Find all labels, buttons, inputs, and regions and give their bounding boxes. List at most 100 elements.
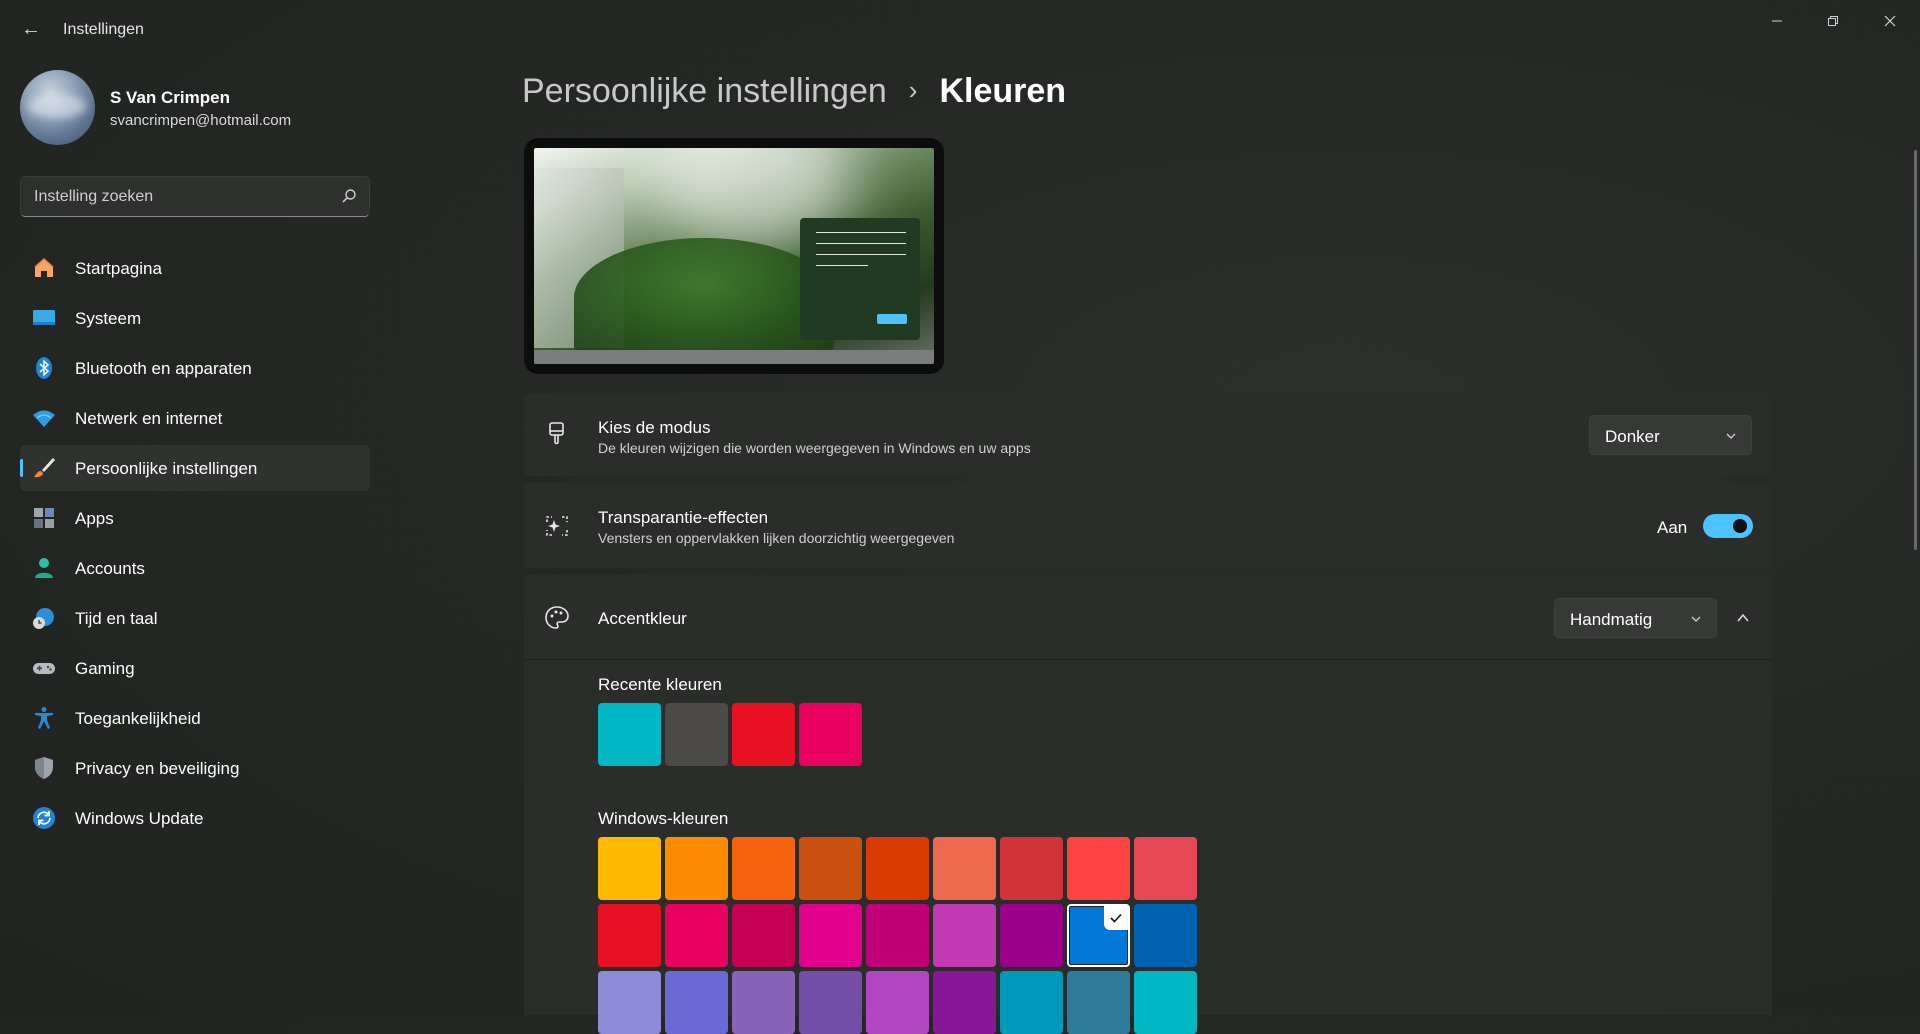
sidebar-item-label: Startpagina <box>75 259 162 278</box>
windows-color-swatch[interactable] <box>665 837 728 900</box>
profile-email: svancrimpen@hotmail.com <box>110 112 292 129</box>
windows-color-swatch[interactable] <box>1134 904 1197 967</box>
gamepad-icon <box>33 663 55 674</box>
mode-dropdown-value: Donker <box>1605 427 1660 446</box>
preview-taskbar <box>534 350 934 364</box>
mode-dropdown[interactable]: Donker <box>1589 415 1752 455</box>
windows-color-swatch[interactable] <box>732 837 795 900</box>
transparency-card: Transparantie-effecten Vensters en opper… <box>524 483 1772 568</box>
windows-color-swatch[interactable] <box>1000 837 1063 900</box>
windows-color-swatch[interactable] <box>1134 837 1197 900</box>
windows-color-swatch[interactable] <box>1067 971 1130 1034</box>
windows-color-swatch[interactable] <box>933 971 996 1034</box>
minimize-icon <box>1772 20 1782 22</box>
close-icon <box>1884 15 1896 27</box>
windows-color-swatch[interactable] <box>799 904 862 967</box>
recent-color-swatch[interactable] <box>799 703 862 766</box>
sidebar-item-startpagina[interactable]: Startpagina <box>20 245 370 291</box>
windows-color-swatch[interactable] <box>1134 971 1197 1034</box>
bluetooth-icon <box>36 357 52 379</box>
page-title: Kleuren <box>939 72 1067 110</box>
windows-color-swatch[interactable] <box>598 904 661 967</box>
sidebar-item-label: Systeem <box>75 309 142 328</box>
sidebar-item-privacy[interactable]: Privacy en beveiliging <box>20 745 370 791</box>
recent-color-swatch[interactable] <box>732 703 795 766</box>
windows-color-swatch[interactable] <box>866 971 929 1034</box>
windows-color-swatch[interactable] <box>598 971 661 1034</box>
sidebar-item-label: Privacy en beveiliging <box>75 759 240 778</box>
windows-color-swatch[interactable] <box>1000 971 1063 1034</box>
windows-color-swatch[interactable] <box>866 837 929 900</box>
monitor-icon <box>33 310 55 325</box>
chevron-down-icon <box>1691 616 1701 622</box>
chevron-down-icon <box>1726 433 1736 439</box>
windows-color-swatch[interactable] <box>799 837 862 900</box>
app-title: Instellingen <box>63 21 144 38</box>
mode-card: Kies de modus De kleuren wijzigen die wo… <box>524 393 1772 476</box>
sidebar-item-tijd-en-taal[interactable]: Tijd en taal <box>20 595 370 641</box>
scrollbar[interactable] <box>1914 150 1917 550</box>
search-input[interactable]: Instelling zoeken <box>20 176 370 217</box>
profile-card[interactable]: S Van Crimpen svancrimpen@hotmail.com <box>20 70 360 146</box>
preview-wallpaper <box>534 148 934 364</box>
windows-color-swatch[interactable] <box>665 971 728 1034</box>
breadcrumb-separator: › <box>908 75 918 105</box>
windows-color-swatch[interactable] <box>665 904 728 967</box>
paintbrush-icon <box>549 422 564 445</box>
preview-window <box>800 218 920 340</box>
sidebar-item-gaming[interactable]: Gaming <box>20 645 370 691</box>
transparency-sparkle-icon <box>546 516 568 536</box>
apps-icon <box>34 508 54 528</box>
search-placeholder: Instelling zoeken <box>34 188 154 205</box>
sidebar-item-label: Gaming <box>75 659 135 678</box>
windows-color-swatch[interactable] <box>933 904 996 967</box>
sidebar-item-windows-update[interactable]: Windows Update <box>20 795 370 841</box>
sidebar-item-apps[interactable]: Apps <box>20 495 370 541</box>
sidebar-item-netwerk[interactable]: Netwerk en internet <box>20 395 370 441</box>
sidebar-item-label: Accounts <box>75 559 145 578</box>
sidebar-item-bluetooth[interactable]: Bluetooth en apparaten <box>20 345 370 391</box>
windows-colors-row <box>598 971 1197 1034</box>
restore-button[interactable] <box>1810 6 1856 36</box>
windows-color-swatch[interactable] <box>732 904 795 967</box>
theme-preview <box>524 138 944 374</box>
minimize-button[interactable] <box>1754 6 1800 36</box>
transparency-state-label: Aan <box>1657 518 1688 537</box>
windows-color-swatch[interactable] <box>1000 904 1063 967</box>
sidebar-item-systeem[interactable]: Systeem <box>20 295 370 341</box>
sidebar-item-persoonlijke-instellingen[interactable]: Persoonlijke instellingen <box>20 445 370 491</box>
windows-color-swatch[interactable] <box>866 904 929 967</box>
sidebar-item-toegankelijkheid[interactable]: Toegankelijkheid <box>20 695 370 741</box>
back-arrow-icon[interactable]: ← <box>18 16 44 42</box>
brush-icon <box>34 458 55 478</box>
windows-color-swatch[interactable] <box>1067 837 1130 900</box>
sidebar-item-label: Bluetooth en apparaten <box>75 359 252 378</box>
sidebar-item-accounts[interactable]: Accounts <box>20 545 370 591</box>
wifi-icon <box>33 410 55 427</box>
windows-color-swatch[interactable] <box>1067 904 1130 967</box>
windows-color-swatch[interactable] <box>933 837 996 900</box>
preview-accent-button <box>877 314 907 324</box>
sidebar-item-label: Netwerk en internet <box>75 409 223 428</box>
accent-collapse-button[interactable] <box>1725 600 1761 636</box>
avatar <box>20 70 95 145</box>
shield-icon <box>35 757 53 779</box>
accessibility-icon <box>35 707 53 729</box>
windows-color-swatch[interactable] <box>732 971 795 1034</box>
palette-icon <box>545 606 569 629</box>
update-icon <box>33 807 55 829</box>
search-icon[interactable] <box>341 188 357 204</box>
mode-title: Kies de modus <box>598 418 711 437</box>
recent-color-swatch[interactable] <box>665 703 728 766</box>
accent-dropdown[interactable]: Handmatig <box>1554 598 1717 638</box>
transparency-toggle[interactable] <box>1703 514 1753 538</box>
breadcrumb-parent[interactable]: Persoonlijke instellingen <box>522 72 887 110</box>
close-button[interactable] <box>1867 6 1913 36</box>
windows-color-swatch[interactable] <box>799 971 862 1034</box>
title-bar: ← Instellingen <box>0 0 1920 60</box>
recent-color-swatch[interactable] <box>598 703 661 766</box>
chevron-up-icon <box>1737 613 1749 622</box>
windows-colors-row <box>598 904 1197 967</box>
sidebar-nav: Startpagina Systeem Bluetooth en apparat… <box>20 245 370 845</box>
windows-color-swatch[interactable] <box>598 837 661 900</box>
